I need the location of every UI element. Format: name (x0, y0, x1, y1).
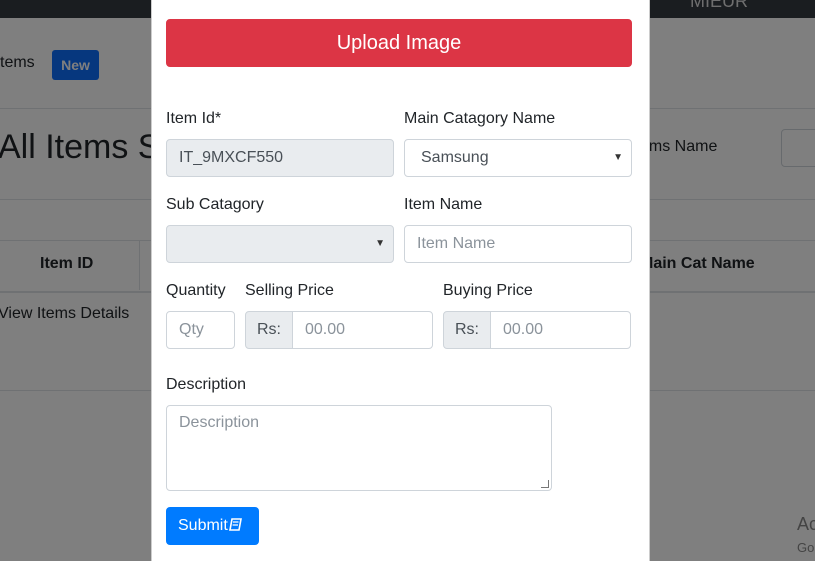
item-id-label: Item Id* (166, 110, 222, 127)
sub-category-label: Sub Catagory (166, 196, 264, 213)
item-id-field: IT_9MXCF550 (166, 139, 394, 177)
submit-button[interactable]: Submit (166, 507, 259, 545)
item-name-input[interactable]: Item Name (404, 225, 632, 263)
item-name-label: Item Name (404, 196, 483, 213)
main-category-select[interactable]: Samsung ▼ (404, 139, 632, 177)
book-icon (228, 518, 242, 531)
item-id-value: IT_9MXCF550 (179, 149, 284, 166)
resize-handle[interactable] (541, 480, 549, 488)
quantity-placeholder: Qty (179, 321, 204, 338)
selling-price-label: Selling Price (245, 282, 334, 299)
description-placeholder: Description (179, 414, 260, 431)
buying-price-prefix: Rs: (443, 311, 491, 349)
description-textarea[interactable]: Description (166, 405, 552, 491)
upload-image-button[interactable]: Upload Image (166, 19, 632, 67)
caret-down-icon: ▼ (375, 238, 385, 249)
buying-price-label: Buying Price (443, 282, 533, 299)
buying-price-input[interactable]: 00.00 (490, 311, 631, 349)
quantity-input[interactable]: Qty (166, 311, 235, 349)
caret-down-icon: ▼ (613, 152, 623, 163)
submit-label: Submit (178, 517, 228, 534)
quantity-label: Quantity (166, 282, 226, 299)
item-name-placeholder: Item Name (417, 235, 496, 252)
buying-price-placeholder: 00.00 (503, 321, 544, 338)
selling-price-group: Rs: 00.00 (245, 311, 433, 349)
description-label: Description (166, 376, 247, 393)
buying-price-group: Rs: 00.00 (443, 311, 631, 349)
main-category-label: Main Catagory Name (404, 110, 556, 127)
selling-price-prefix: Rs: (245, 311, 293, 349)
sub-category-select[interactable]: ▼ (166, 225, 394, 263)
main-category-selected: Samsung (421, 149, 489, 166)
selling-price-input[interactable]: 00.00 (292, 311, 433, 349)
selling-price-placeholder: 00.00 (305, 321, 346, 338)
